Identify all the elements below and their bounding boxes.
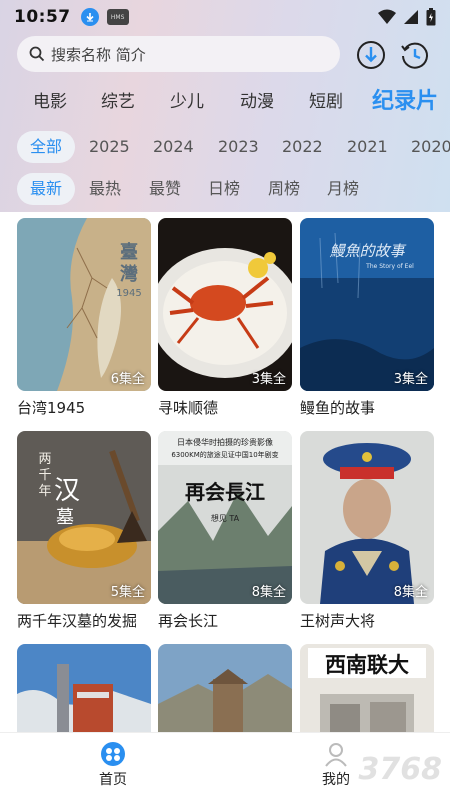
year-chip-2021[interactable]: 2021 xyxy=(347,131,388,163)
tab-documentary[interactable]: 纪录片 xyxy=(372,83,438,115)
svg-text:臺: 臺 xyxy=(120,241,138,263)
download-status-icon xyxy=(80,8,99,26)
svg-text:年: 年 xyxy=(38,484,51,499)
category-tabs: 电影 综艺 少儿 动漫 短剧 纪录片 xyxy=(0,82,450,116)
nav-home-label: 首页 xyxy=(99,772,127,788)
content-grid: 臺 灣 1945 6集全 台湾1945 3集全 寻味顺德 鰻魚的故事 The S… xyxy=(0,212,450,732)
download-button[interactable] xyxy=(354,38,388,72)
nav-home[interactable]: 首页 xyxy=(83,741,143,789)
tab-movie[interactable]: 电影 xyxy=(33,87,67,112)
tab-short-drama[interactable]: 短剧 xyxy=(309,87,343,112)
episode-badge: 6集全 xyxy=(110,372,145,387)
history-icon xyxy=(401,42,428,69)
svg-text:西南联大: 西南联大 xyxy=(325,652,409,677)
video-card[interactable]: 3集全 寻味顺德 xyxy=(158,218,292,418)
hms-icon: HMS xyxy=(106,9,129,25)
video-card[interactable]: 8集全 王树声大将 xyxy=(300,431,434,631)
wifi-icon xyxy=(378,9,396,24)
year-chip-2025[interactable]: 2025 xyxy=(89,131,130,163)
svg-text:鰻魚的故事: 鰻魚的故事 xyxy=(329,242,406,260)
svg-text:灣: 灣 xyxy=(120,263,138,285)
video-card[interactable] xyxy=(158,644,292,732)
poster-image xyxy=(17,644,151,732)
sort-chip-weekly[interactable]: 周榜 xyxy=(268,173,300,205)
tab-kids[interactable]: 少儿 xyxy=(170,87,204,112)
video-title: 寻味顺德 xyxy=(158,399,219,417)
video-card[interactable]: 西南联大 xyxy=(300,644,434,732)
svg-text:千: 千 xyxy=(38,468,51,483)
poster-image: 日本侵华时拍摄的珍贵影像 6300KM的旅途见证中国10年剧变 再会長江 想见 … xyxy=(158,431,292,604)
svg-text:1945: 1945 xyxy=(116,288,141,299)
svg-text:再会長江: 再会長江 xyxy=(185,480,265,504)
video-title: 鳗鱼的故事 xyxy=(300,399,376,417)
home-icon xyxy=(101,742,125,766)
svg-text:日本侵华时拍摄的珍贵影像: 日本侵华时拍摄的珍贵影像 xyxy=(177,437,273,447)
svg-text:6300KM的旅途见证中国10年剧变: 6300KM的旅途见证中国10年剧变 xyxy=(171,450,278,459)
search-input[interactable]: 搜索名称 简介 xyxy=(17,36,340,72)
episode-badge: 5集全 xyxy=(110,585,145,600)
sort-chip-hottest[interactable]: 最热 xyxy=(89,173,121,205)
video-card[interactable]: 臺 灣 1945 6集全 台湾1945 xyxy=(17,218,151,418)
sort-chip-most-liked[interactable]: 最赞 xyxy=(149,173,181,205)
video-card[interactable]: 鰻魚的故事 The Story of Eel 3集全 鳗鱼的故事 xyxy=(300,218,434,418)
poster-image: 鰻魚的故事 The Story of Eel 3集全 xyxy=(300,218,434,391)
nav-mine[interactable]: 我的 xyxy=(306,741,366,789)
svg-text:The Story of Eel: The Story of Eel xyxy=(365,263,414,270)
status-bar: 10:57 HMS xyxy=(0,0,450,34)
status-time: 10:57 xyxy=(14,7,71,27)
poster-image: 两 千 年 汉 墓 5集全 xyxy=(17,431,151,604)
video-title: 再会长江 xyxy=(158,612,219,630)
tab-variety[interactable]: 综艺 xyxy=(101,87,135,112)
video-title: 台湾1945 xyxy=(17,399,86,417)
user-icon xyxy=(325,743,347,767)
video-title: 两千年汉墓的发掘 xyxy=(17,612,138,630)
year-chip-2024[interactable]: 2024 xyxy=(153,131,194,163)
video-card[interactable] xyxy=(17,644,151,732)
nav-mine-label: 我的 xyxy=(322,772,350,788)
watermark: 3768 xyxy=(358,752,443,787)
history-button[interactable] xyxy=(398,38,432,72)
year-chip-2022[interactable]: 2022 xyxy=(282,131,323,163)
year-filter: 全部 2025 2024 2023 2022 2021 2020 xyxy=(0,130,450,164)
battery-icon xyxy=(426,8,436,26)
video-title: 王树声大将 xyxy=(300,612,376,630)
sort-filter: 最新 最热 最赞 日榜 周榜 月榜 xyxy=(0,173,450,207)
episode-badge: 3集全 xyxy=(393,372,428,387)
poster-image: 8集全 xyxy=(300,431,434,604)
episode-badge: 3集全 xyxy=(251,372,286,387)
year-chip-all[interactable]: 全部 xyxy=(17,131,76,163)
search-placeholder: 搜索名称 简介 xyxy=(51,45,146,64)
sort-chip-newest[interactable]: 最新 xyxy=(17,173,76,205)
tab-anime[interactable]: 动漫 xyxy=(240,87,274,112)
poster-image: 西南联大 xyxy=(300,644,434,732)
video-card[interactable]: 日本侵华时拍摄的珍贵影像 6300KM的旅途见证中国10年剧变 再会長江 想见 … xyxy=(158,431,292,631)
svg-text:两: 两 xyxy=(38,452,51,467)
poster-image: 臺 灣 1945 6集全 xyxy=(17,218,151,391)
poster-image xyxy=(158,644,292,732)
video-card[interactable]: 两 千 年 汉 墓 5集全 两千年汉墓的发掘 xyxy=(17,431,151,631)
search-icon xyxy=(29,46,45,62)
sort-chip-daily[interactable]: 日榜 xyxy=(208,173,240,205)
sort-chip-monthly[interactable]: 月榜 xyxy=(327,173,359,205)
year-chip-2020[interactable]: 2020 xyxy=(411,131,450,163)
download-icon xyxy=(357,41,385,69)
poster-image: 3集全 xyxy=(158,218,292,391)
svg-text:墓: 墓 xyxy=(56,507,74,528)
year-chip-2023[interactable]: 2023 xyxy=(218,131,259,163)
signal-icon xyxy=(404,10,418,24)
svg-text:汉: 汉 xyxy=(54,476,80,506)
episode-badge: 8集全 xyxy=(251,585,286,600)
episode-badge: 8集全 xyxy=(393,585,428,600)
svg-text:想见 TA: 想见 TA xyxy=(211,513,240,523)
